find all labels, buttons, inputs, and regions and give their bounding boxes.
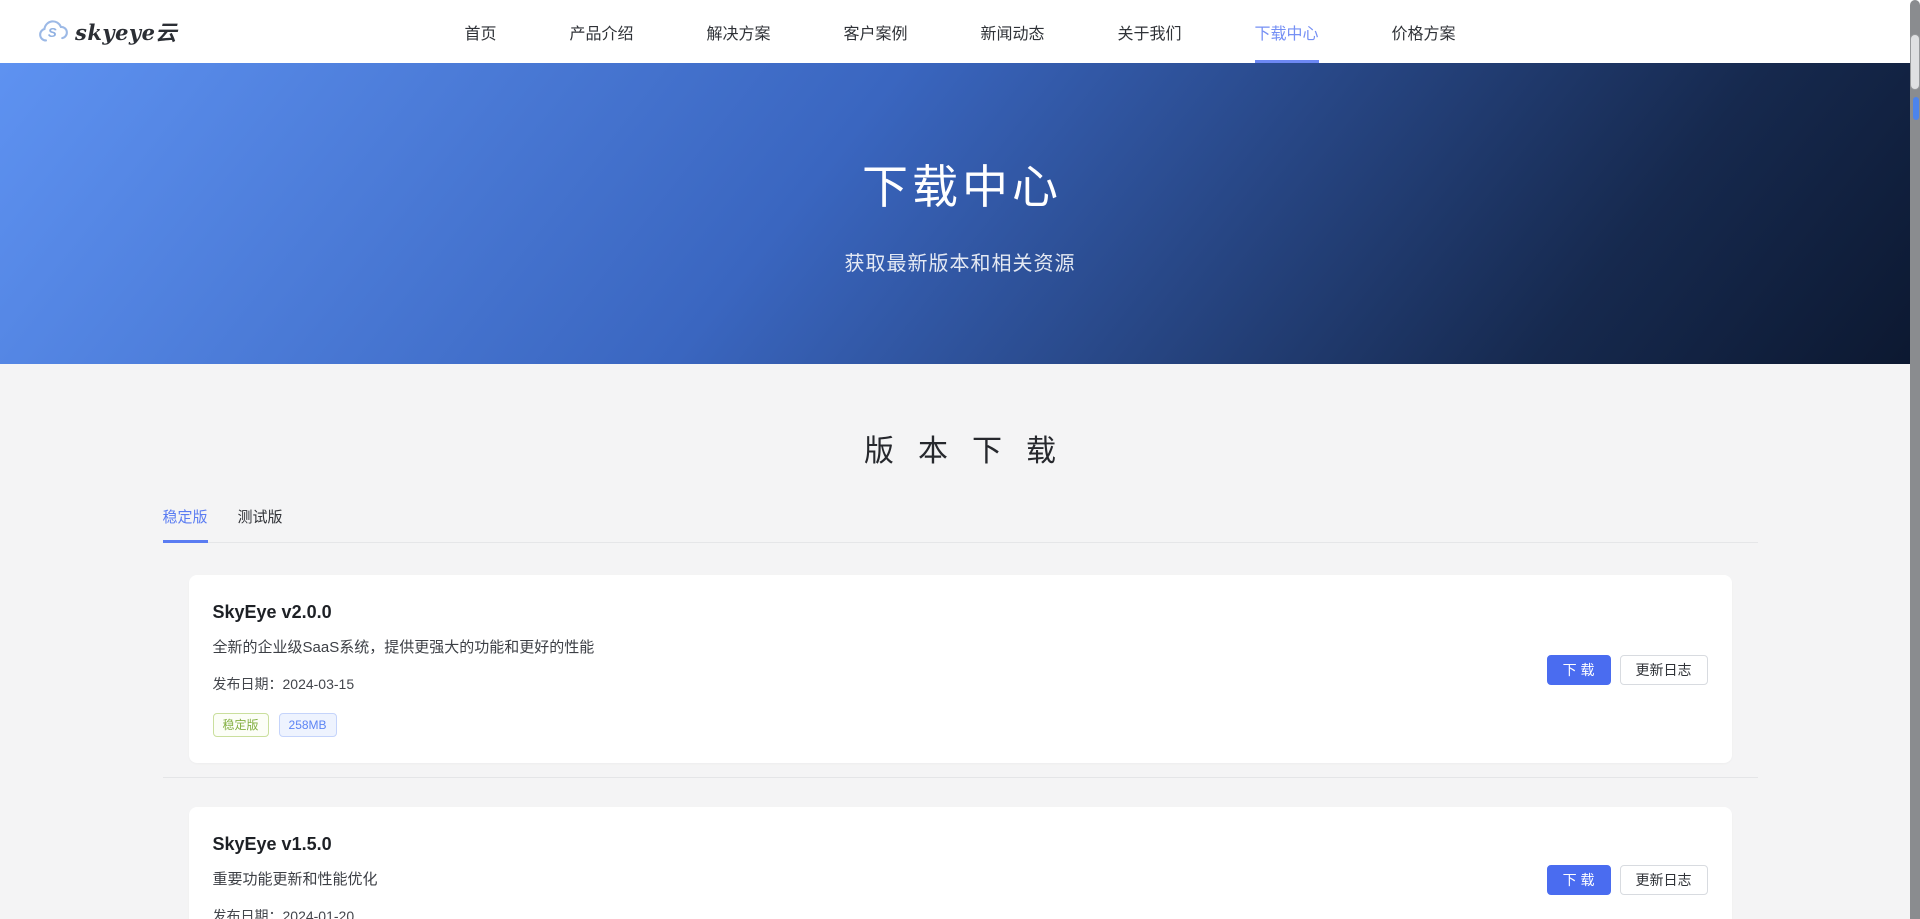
- changelog-button[interactable]: 更新日志: [1620, 865, 1708, 895]
- release-tag: 258MB: [279, 713, 337, 737]
- cloud-logo-icon: S: [38, 19, 70, 45]
- nav-item[interactable]: 产品介绍: [569, 0, 633, 63]
- scrollbar-thumb[interactable]: [1910, 34, 1920, 90]
- release-date: 发布日期：2024-01-20: [213, 906, 378, 919]
- nav-item[interactable]: 下载中心: [1255, 0, 1319, 63]
- release-list: SkyEye v2.0.0 全新的企业级SaaS系统，提供更强大的功能和更好的性…: [163, 575, 1758, 919]
- changelog-button[interactable]: 更新日志: [1620, 655, 1708, 685]
- main-nav: 首页 产品介绍 解决方案 客户案例 新闻动态 关于我们 下载中心 价格方案: [464, 0, 1455, 63]
- release-tag: 稳定版: [213, 713, 269, 737]
- release-actions: 下 载 更新日志: [1547, 865, 1708, 895]
- download-button[interactable]: 下 载: [1547, 865, 1611, 895]
- svg-text:S: S: [48, 25, 57, 40]
- hero-subtitle: 获取最新版本和相关资源: [845, 247, 1076, 276]
- nav-item[interactable]: 关于我们: [1118, 0, 1182, 63]
- hero-title: 下载中心: [858, 151, 1062, 217]
- version-tab[interactable]: 稳定版: [163, 506, 208, 543]
- release-info: SkyEye v1.5.0 重要功能更新和性能优化 发布日期：2024-01-2…: [213, 834, 378, 919]
- downloads-section: 版本下载 稳定版 测试版 SkyEye v2.0.0 全新的企业级SaaS系统，…: [0, 364, 1920, 919]
- version-tab[interactable]: 测试版: [238, 506, 283, 543]
- hero-banner: 下载中心 获取最新版本和相关资源: [0, 63, 1920, 364]
- release-date-label: 发布日期：: [213, 908, 283, 919]
- downloads-container: 稳定版 测试版 SkyEye v2.0.0 全新的企业级SaaS系统，提供更强大…: [163, 506, 1758, 919]
- top-navbar: S skyeye云 首页 产品介绍 解决方案 客户案例 新闻动态 关于我们 下载…: [0, 0, 1920, 63]
- release-actions: 下 载 更新日志: [1547, 655, 1708, 685]
- release-card: SkyEye v2.0.0 全新的企业级SaaS系统，提供更强大的功能和更好的性…: [189, 575, 1732, 763]
- release-tags: 稳定版 258MB: [213, 713, 595, 737]
- page-scrollbar[interactable]: [1910, 0, 1920, 919]
- brand-logo[interactable]: S skyeye云: [38, 0, 177, 63]
- version-tabs: 稳定版 测试版: [163, 506, 1758, 543]
- release-name: SkyEye v1.5.0: [213, 834, 378, 855]
- download-button[interactable]: 下 载: [1547, 655, 1611, 685]
- nav-item[interactable]: 首页: [464, 0, 496, 63]
- release-date: 发布日期：2024-03-15: [213, 674, 595, 694]
- release-info: SkyEye v2.0.0 全新的企业级SaaS系统，提供更强大的功能和更好的性…: [213, 602, 595, 737]
- release-date-value: 2024-03-15: [283, 676, 355, 692]
- release-name: SkyEye v2.0.0: [213, 602, 595, 623]
- scrollbar-thumb-accent: [1913, 97, 1919, 120]
- nav-item[interactable]: 客户案例: [843, 0, 907, 63]
- release-date-label: 发布日期：: [213, 676, 283, 692]
- nav-item[interactable]: 新闻动态: [981, 0, 1045, 63]
- nav-item[interactable]: 价格方案: [1392, 0, 1456, 63]
- release-item: SkyEye v2.0.0 全新的企业级SaaS系统，提供更强大的功能和更好的性…: [163, 575, 1758, 763]
- brand-name: skyeye云: [75, 17, 177, 47]
- release-item: SkyEye v1.5.0 重要功能更新和性能优化 发布日期：2024-01-2…: [163, 777, 1758, 919]
- release-description: 重要功能更新和性能优化: [213, 868, 378, 889]
- release-card: SkyEye v1.5.0 重要功能更新和性能优化 发布日期：2024-01-2…: [189, 807, 1732, 919]
- release-description: 全新的企业级SaaS系统，提供更强大的功能和更好的性能: [213, 636, 595, 657]
- nav-item[interactable]: 解决方案: [706, 0, 770, 63]
- section-title: 版本下载: [0, 426, 1920, 470]
- release-date-value: 2024-01-20: [283, 908, 355, 919]
